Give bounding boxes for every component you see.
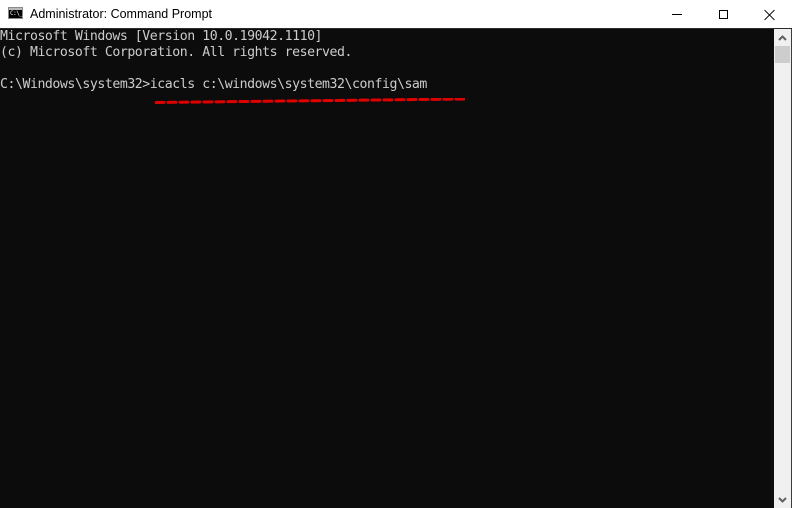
scroll-up-button[interactable] xyxy=(774,29,791,46)
minimize-button[interactable] xyxy=(654,0,700,28)
close-button[interactable] xyxy=(746,0,792,28)
console-output[interactable]: Microsoft Windows [Version 10.0.19042.11… xyxy=(0,29,774,508)
dashed-underline-annotation xyxy=(155,98,465,104)
title-bar[interactable]: C:\_ Administrator: Command Prompt xyxy=(0,0,792,28)
minimize-icon xyxy=(672,13,682,15)
vertical-scrollbar[interactable] xyxy=(774,29,791,508)
close-icon xyxy=(764,9,775,20)
scroll-down-button[interactable] xyxy=(774,491,791,508)
command-prompt: C:\Windows\system32> xyxy=(0,77,150,92)
console-line-version: Microsoft Windows [Version 10.0.19042.11… xyxy=(0,29,323,44)
scrollbar-thumb[interactable] xyxy=(775,46,790,63)
cmd-icon[interactable]: C:\_ xyxy=(8,7,23,19)
console-line-copyright: (c) Microsoft Corporation. All rights re… xyxy=(0,45,353,60)
chevron-up-icon xyxy=(778,34,787,41)
cmd-icon-text: C:\_ xyxy=(10,10,23,17)
console-line-command: C:\Windows\system32>icacls c:\windows\sy… xyxy=(0,77,427,93)
chevron-down-icon xyxy=(778,496,787,503)
command-text: icacls c:\windows\system32\config\sam xyxy=(149,77,428,92)
maximize-button[interactable] xyxy=(700,0,746,28)
maximize-icon xyxy=(718,9,728,19)
window-title: Administrator: Command Prompt xyxy=(30,7,213,21)
